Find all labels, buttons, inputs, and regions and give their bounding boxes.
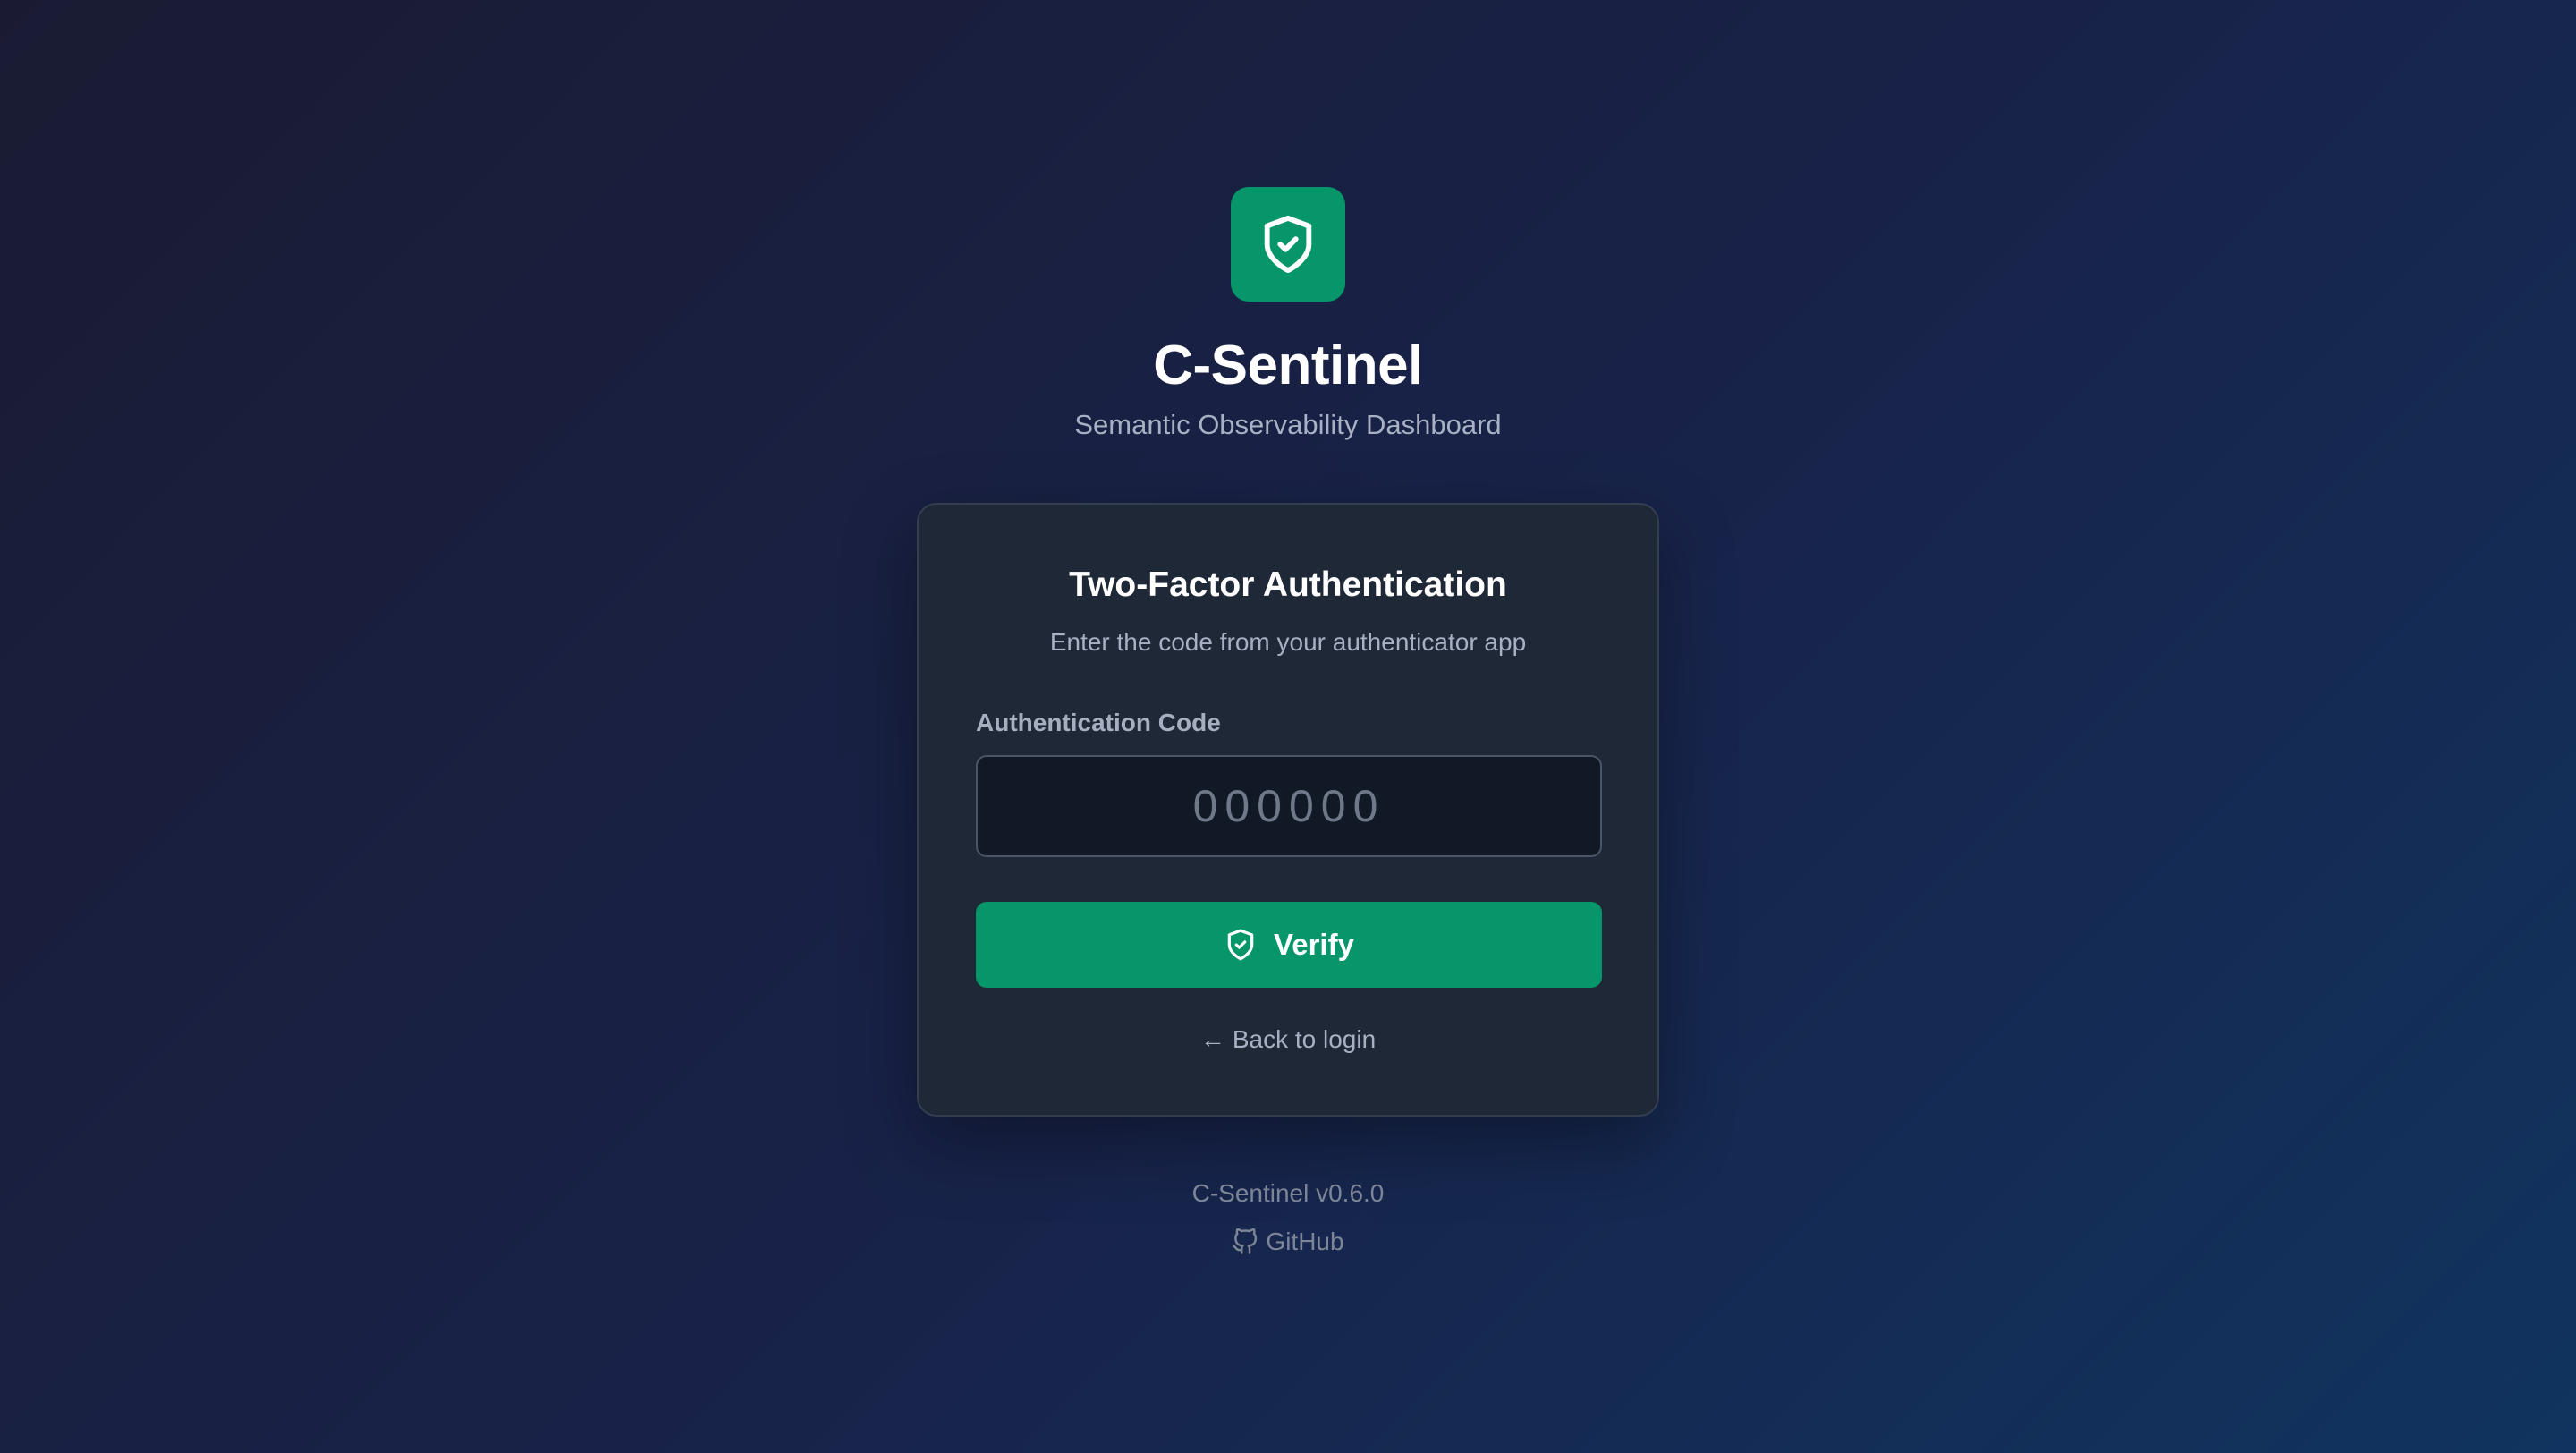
- brand-header: C-Sentinel Semantic Observability Dashbo…: [0, 187, 2576, 443]
- auth-code-label: Authentication Code: [976, 709, 1221, 736]
- login-2fa-page: C-Sentinel Semantic Observability Dashbo…: [0, 0, 2576, 1453]
- verify-button-label: Verify: [1274, 928, 1354, 961]
- github-label: GitHub: [1266, 1228, 1344, 1255]
- github-icon: [1233, 1228, 1258, 1254]
- shield-check-icon: [1227, 929, 1254, 961]
- footer: C-Sentinel v0.6.0 GitHub: [0, 1176, 2576, 1262]
- app-subtitle: Semantic Observability Dashboard: [1074, 409, 1502, 440]
- app-title: C-Sentinel: [1153, 335, 1423, 396]
- back-to-login-label: Back to login: [1232, 1025, 1377, 1053]
- github-link[interactable]: GitHub: [1232, 1226, 1344, 1258]
- card-title: Two-Factor Authentication: [1069, 565, 1507, 604]
- card-subtitle: Enter the code from your authenticator a…: [1049, 628, 1527, 656]
- version-text: C-Sentinel v0.6.0: [1191, 1179, 1385, 1207]
- two-factor-card: Two-Factor Authentication Enter the code…: [917, 503, 1659, 1117]
- back-to-login-link[interactable]: ← Back to login: [919, 1024, 1657, 1056]
- shield-check-icon: [1264, 215, 1312, 274]
- auth-code-input[interactable]: [976, 755, 1602, 857]
- verify-button[interactable]: Verify: [976, 902, 1602, 988]
- arrow-left-icon: ←: [1199, 1025, 1225, 1053]
- app-logo: [1231, 187, 1345, 302]
